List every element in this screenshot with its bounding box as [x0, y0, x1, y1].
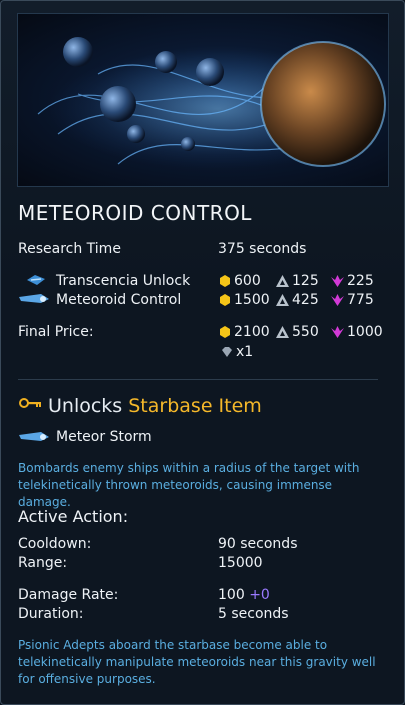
credits-cost: 1500: [219, 292, 270, 308]
section-divider: [18, 379, 378, 380]
crystal-cost: 775: [331, 292, 374, 308]
cooldown-value: 90 seconds: [218, 536, 298, 552]
requirement-name: Meteoroid Control: [56, 292, 182, 308]
research-time-label: Research Time: [18, 241, 121, 257]
ability-description: Bombards enemy ships within a radius of …: [18, 461, 360, 509]
damage-rate-value: 100 +0: [218, 587, 270, 603]
key-icon: [19, 398, 41, 408]
lore-text: Psionic Adepts aboard the starbase becom…: [18, 638, 376, 686]
unlocks-item-type: Starbase Item: [128, 395, 262, 417]
research-banner-image: [17, 13, 389, 187]
credits-icon: [220, 294, 230, 306]
research-icon: [27, 275, 45, 285]
damage-rate-label: Damage Rate:: [18, 587, 119, 603]
active-action-heading: Active Action:: [18, 507, 129, 526]
cooldown-label: Cooldown:: [18, 536, 92, 552]
crystal-icon: [331, 275, 344, 287]
research-time-value: 375 seconds: [218, 241, 307, 257]
crystal-icon: [331, 294, 344, 306]
research-title: METEOROID CONTROL: [18, 201, 252, 225]
unlocked-item-name: Meteor Storm: [56, 429, 152, 445]
final-credits-cost: 2100: [219, 324, 270, 340]
unlocks-heading: Unlocks Starbase Item: [48, 395, 262, 417]
credits-icon: [220, 326, 230, 338]
crystal-icon: [331, 326, 344, 338]
metal-icon: [276, 294, 289, 306]
requirement-name: Transcencia Unlock: [56, 273, 191, 289]
metal-icon: [276, 326, 289, 338]
final-metal-cost: 550: [276, 324, 319, 340]
unlocks-prefix: Unlocks: [48, 395, 123, 417]
range-label: Range:: [18, 555, 68, 571]
damage-rate-base: 100: [218, 587, 245, 603]
range-value: 15000: [218, 555, 263, 571]
credits-cost: 600: [219, 273, 261, 289]
crystal-cost: 225: [331, 273, 374, 289]
metal-icon: [276, 275, 289, 287]
duration-label: Duration:: [18, 606, 84, 622]
final-crystal-cost: 1000: [331, 324, 383, 340]
final-price-label: Final Price:: [18, 324, 94, 340]
metal-cost: 125: [276, 273, 319, 289]
meteor-icon: [19, 294, 49, 303]
exotic-icon: [222, 346, 232, 357]
research-tooltip-panel: METEOROID CONTROL Research Time 375 seco…: [0, 0, 405, 705]
final-exotic-cost: x1: [221, 344, 253, 360]
credits-icon: [220, 275, 230, 287]
metal-cost: 425: [276, 292, 319, 308]
duration-value: 5 seconds: [218, 606, 289, 622]
meteor-icon: [19, 432, 49, 441]
damage-rate-bonus: +0: [249, 587, 270, 603]
